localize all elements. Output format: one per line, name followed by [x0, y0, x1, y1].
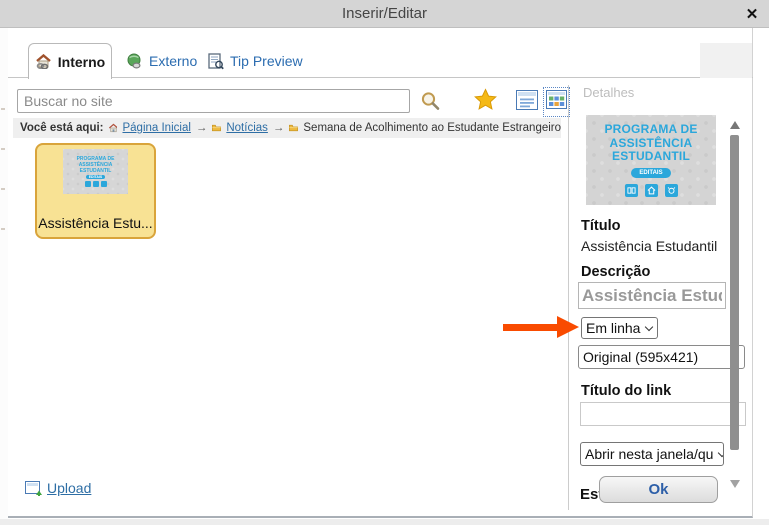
search-input[interactable] [17, 89, 410, 113]
link-title-input[interactable] [580, 402, 746, 426]
breadcrumb-prefix: Você está aqui: [20, 122, 104, 134]
page-behind-fragment [1, 188, 5, 190]
size-select-value: Original (595x421) [583, 349, 698, 365]
result-card-assistencia-estudantil[interactable]: PROGRAMA DE ASSISTÊNCIA ESTUDANTIL EDITA… [35, 143, 156, 239]
insert-edit-dialog-screen: Inserir/Editar ✕ Interno [0, 0, 769, 525]
annotation-arrow [503, 324, 558, 331]
breadcrumb-separator: → [196, 122, 208, 134]
document-search-icon [208, 53, 224, 70]
search-icon[interactable] [420, 91, 441, 112]
page-behind-left-edge [0, 28, 8, 519]
breadcrumb: Você está aqui: Página Inicial → Notícia… [13, 118, 561, 138]
details-preview-image: PROGRAMA DE ASSISTÊNCIA ESTUDANTIL EDITA… [586, 115, 716, 205]
list-view-icon[interactable] [516, 90, 538, 110]
thumb-badge: EDITAIS [86, 175, 106, 180]
details-header: Detalhes [583, 85, 634, 100]
alignment-select[interactable]: Em linha [581, 317, 658, 339]
preview-text-line: PROGRAMA DE [604, 123, 697, 136]
folder-icon [212, 123, 221, 133]
grid-view-glyph [546, 90, 567, 109]
scroll-down-arrow-icon[interactable] [730, 480, 740, 488]
thumb-text-line: ESTUDANTIL [80, 168, 112, 174]
upload-label: Upload [47, 480, 91, 496]
preview-text-line: ASSISTÊNCIA [610, 137, 693, 150]
globe-link-icon [126, 53, 143, 69]
tab-interno-label: Interno [58, 54, 105, 70]
home-link-icon [35, 54, 52, 69]
target-window-select[interactable]: Abrir nesta janela/qu [580, 442, 724, 466]
bell-icon [665, 184, 678, 197]
grid-view-icon[interactable] [543, 87, 570, 117]
target-window-select-value: Abrir nesta janela/qu [585, 446, 713, 462]
tab-externo-label: Externo [149, 53, 197, 69]
link-title-label: Título do link [581, 383, 671, 399]
tab-strip-right-block [700, 43, 752, 78]
dialog-title: Inserir/Editar [342, 5, 427, 22]
breadcrumb-link-pagina-inicial[interactable]: Página Inicial [122, 122, 190, 134]
annotation-arrow-head [557, 316, 579, 338]
tab-tip-preview[interactable]: Tip Preview [208, 50, 303, 72]
breadcrumb-current: Semana de Acolhimento ao Estudante Estra… [303, 122, 561, 134]
chevron-down-icon [645, 323, 653, 331]
tab-tip-preview-label: Tip Preview [230, 53, 303, 69]
titulo-value: Assistência Estudantil [581, 238, 717, 254]
scrollbar-thumb[interactable] [730, 135, 739, 450]
favorites-star-icon[interactable] [474, 88, 497, 111]
tab-strip [8, 43, 753, 78]
panel-divider [568, 85, 569, 510]
home-icon [109, 122, 118, 134]
bell-icon [101, 181, 107, 187]
tab-externo[interactable]: Externo [126, 50, 197, 72]
dialog-titlebar: Inserir/Editar ✕ [0, 0, 769, 28]
breadcrumb-separator: → [273, 122, 285, 134]
preview-badge: EDITAIS [631, 168, 670, 178]
result-thumbnail: PROGRAMA DE ASSISTÊNCIA ESTUDANTIL EDITA… [63, 149, 128, 194]
page-behind-fragment [1, 228, 5, 230]
tab-interno[interactable]: Interno [28, 43, 112, 79]
page-behind-fragment [1, 108, 5, 110]
scroll-up-arrow-icon[interactable] [730, 121, 740, 129]
preview-icons [625, 184, 678, 197]
ok-button[interactable]: Ok [599, 476, 718, 503]
page-behind-bottom-edge [0, 519, 769, 525]
chevron-down-icon [718, 449, 724, 457]
upload-link[interactable]: Upload [25, 480, 91, 496]
book-icon [85, 181, 91, 187]
book-icon [625, 184, 638, 197]
home-icon [645, 184, 658, 197]
page-behind-right-edge [753, 28, 769, 519]
descricao-input[interactable] [578, 282, 726, 309]
thumb-icons [85, 181, 107, 187]
upload-icon [25, 481, 42, 496]
preview-text-line: ESTUDANTIL [612, 150, 690, 163]
descricao-label: Descrição [581, 264, 650, 280]
close-icon[interactable]: ✕ [742, 4, 762, 24]
home-icon [93, 181, 99, 187]
result-card-label: Assistência Estu... [37, 215, 154, 231]
page-behind-fragment [1, 148, 5, 150]
dialog-body: Interno Externo Tip Preview [8, 28, 753, 518]
alignment-select-value: Em linha [586, 320, 640, 336]
titulo-label: Título [581, 218, 620, 234]
folder-icon [289, 123, 298, 133]
size-select[interactable]: Original (595x421) [578, 345, 745, 369]
breadcrumb-link-noticias[interactable]: Notícias [226, 122, 268, 134]
